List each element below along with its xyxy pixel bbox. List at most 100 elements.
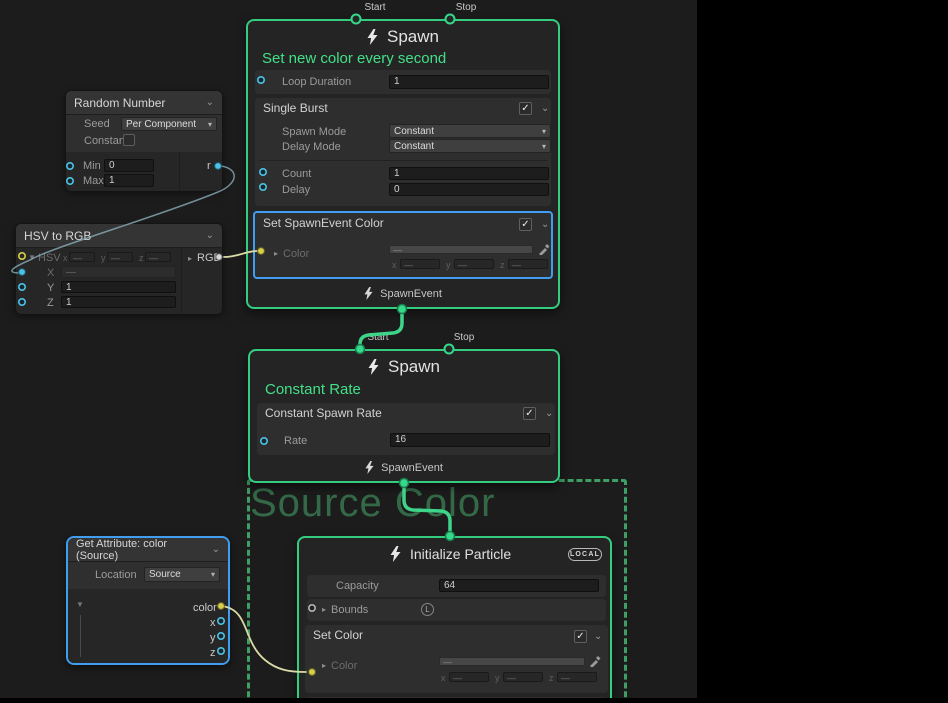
expand-triangle-right-icon[interactable]: ▸ [322, 662, 326, 670]
x-component-field[interactable]: — [69, 252, 95, 262]
x-component-label: x [392, 260, 397, 270]
spawn-mode-dropdown[interactable]: Constant ▾ [389, 124, 551, 138]
constant-label: Constant [84, 135, 128, 147]
spawn1-title-row[interactable]: Spawn [248, 27, 558, 47]
collapse-chevron-icon[interactable]: ⌄ [212, 544, 220, 555]
bounds-link-icon[interactable]: L [421, 603, 434, 616]
expand-triangle-right-icon[interactable]: ▸ [322, 606, 326, 614]
color-gradient-field[interactable]: — [389, 245, 533, 254]
min-field[interactable]: 0 [104, 159, 154, 172]
output-triangle-right-icon: ▸ [188, 255, 192, 263]
expand-triangle-right-icon[interactable]: ▸ [274, 250, 278, 258]
local-badge: LOCAL [568, 548, 602, 561]
collapse-chevron-icon[interactable]: ⌄ [206, 230, 214, 241]
random-number-node[interactable]: Random Number ⌄ Seed Per Component ▾ Con… [65, 90, 223, 190]
lightning-icon [367, 29, 378, 45]
y-component-label: y [101, 253, 106, 263]
get-attribute-header[interactable]: Get Attribute: color (Source) ⌄ [68, 538, 228, 562]
block-bounds[interactable]: ▸ Bounds L [307, 599, 606, 621]
set-spawnevent-color-collapse-chevron-icon[interactable]: ⌄ [541, 219, 549, 230]
get-attribute-body: ▼ color x y z [68, 589, 228, 663]
expand-triangle-down-icon[interactable]: ▼ [76, 601, 84, 609]
block-capacity[interactable]: Capacity 64 [307, 575, 606, 597]
seed-dropdown[interactable]: Per Component ▾ [121, 117, 217, 131]
z-input-field[interactable]: 1 [61, 296, 176, 308]
initialize-particle-context[interactable]: Initialize Particle LOCAL Capacity 64 ▸ … [297, 536, 612, 698]
node-title: HSV to RGB [24, 229, 91, 243]
edge-spawn1-to-spawn2-start[interactable] [360, 309, 402, 349]
vfx-graph-canvas[interactable]: Source Color Start Stop Spawn Set new co… [0, 0, 697, 698]
hsv-to-rgb-header[interactable]: HSV to RGB ⌄ [16, 224, 222, 248]
io-divider [179, 152, 180, 191]
block-single-burst[interactable]: Single Burst ✓ ⌄ Spawn Mode Constant ▾ D… [255, 98, 551, 206]
constant-spawn-rate-collapse-chevron-icon[interactable]: ⌄ [545, 408, 553, 419]
dropdown-arrow-icon: ▾ [542, 127, 546, 136]
loop-duration-field[interactable]: 1 [389, 75, 549, 89]
set-color-collapse-chevron-icon[interactable]: ⌄ [594, 631, 602, 642]
lightning-icon [390, 546, 401, 562]
y-component-field[interactable]: — [503, 672, 543, 682]
block-set-color[interactable]: Set Color ✓ ⌄ ▸ Color — x — y — z — [305, 625, 608, 693]
z-component-field[interactable]: — [508, 259, 548, 269]
color-gradient-field[interactable]: — [439, 657, 585, 666]
x-component-field[interactable]: — [449, 672, 489, 682]
count-field[interactable]: 1 [389, 167, 549, 180]
node-title: Random Number [74, 96, 165, 110]
delay-field[interactable]: 0 [389, 183, 549, 196]
z-component-field[interactable]: — [557, 672, 597, 682]
delay-mode-value: Constant [394, 141, 434, 152]
block-set-spawnevent-color[interactable]: Set SpawnEvent Color ✓ ⌄ ▸ Color — x — y… [253, 211, 553, 279]
get-attribute-node[interactable]: Get Attribute: color (Source) ⌄ Location… [66, 536, 230, 665]
eyedropper-icon[interactable] [589, 655, 601, 667]
checkmark-icon: ✓ [521, 219, 529, 230]
set-spawnevent-color-title: Set SpawnEvent Color [263, 216, 384, 230]
lightning-icon [368, 359, 379, 375]
expand-guide-line [80, 615, 81, 657]
set-spawnevent-color-enabled-checkbox[interactable]: ✓ [519, 218, 532, 231]
location-label: Location [95, 569, 137, 581]
capacity-label: Capacity [336, 580, 379, 592]
block-constant-spawn-rate[interactable]: Constant Spawn Rate ✓ ⌄ Rate 16 [257, 403, 555, 455]
spawn-mode-value: Constant [394, 126, 434, 137]
spawn-context-1[interactable]: Spawn Set new color every second Loop Du… [246, 19, 560, 309]
dropdown-arrow-icon: ▾ [542, 142, 546, 151]
node-title: Get Attribute: color (Source) [76, 538, 212, 562]
group-source-color-title[interactable]: Source Color [250, 481, 495, 526]
y-component-field[interactable]: — [107, 252, 133, 262]
hsv-to-rgb-node[interactable]: HSV to RGB ⌄ ▼ HSV x — y — z — X — Y 1 Z… [15, 223, 223, 313]
lightning-icon [365, 461, 374, 474]
z-component-field[interactable]: — [145, 252, 171, 262]
r-output-label: r [207, 160, 211, 172]
context-title: Spawn [388, 357, 440, 377]
lightning-icon [364, 287, 373, 300]
single-burst-title: Single Burst [263, 101, 328, 115]
rate-field[interactable]: 16 [390, 433, 550, 447]
expand-triangle-down-icon[interactable]: ▼ [28, 254, 36, 262]
delay-mode-dropdown[interactable]: Constant ▾ [389, 139, 551, 153]
single-burst-enabled-checkbox[interactable]: ✓ [519, 102, 532, 115]
y-input-field[interactable]: 1 [61, 281, 176, 293]
x-component-field[interactable]: — [400, 259, 440, 269]
capacity-field[interactable]: 64 [439, 579, 599, 592]
constant-spawn-rate-title: Constant Spawn Rate [265, 406, 382, 420]
max-field[interactable]: 1 [104, 174, 154, 187]
collapse-chevron-icon[interactable]: ⌄ [206, 97, 214, 108]
block-loop-duration[interactable]: Loop Duration 1 [255, 70, 551, 94]
spawn2-title-row[interactable]: Spawn [250, 357, 558, 377]
constant-checkbox[interactable] [123, 134, 135, 146]
y-component-field[interactable]: — [454, 259, 494, 269]
checkmark-icon: ✓ [521, 103, 529, 114]
y-component-label: y [446, 260, 451, 270]
constant-spawn-rate-enabled-checkbox[interactable]: ✓ [523, 407, 536, 420]
x-input-field[interactable]: — [61, 266, 176, 278]
system-label[interactable]: Set new color every second [262, 50, 446, 67]
set-color-enabled-checkbox[interactable]: ✓ [574, 630, 587, 643]
location-dropdown[interactable]: Source ▾ [144, 567, 220, 582]
eyedropper-icon[interactable] [538, 243, 550, 255]
spawn-context-2[interactable]: Spawn Constant Rate Constant Spawn Rate … [248, 349, 560, 483]
flow-label-start: Start [357, 2, 393, 13]
x-input-label: X [47, 267, 54, 279]
random-number-header[interactable]: Random Number ⌄ [66, 91, 222, 115]
single-burst-collapse-chevron-icon[interactable]: ⌄ [541, 103, 549, 114]
system-label[interactable]: Constant Rate [265, 381, 361, 398]
